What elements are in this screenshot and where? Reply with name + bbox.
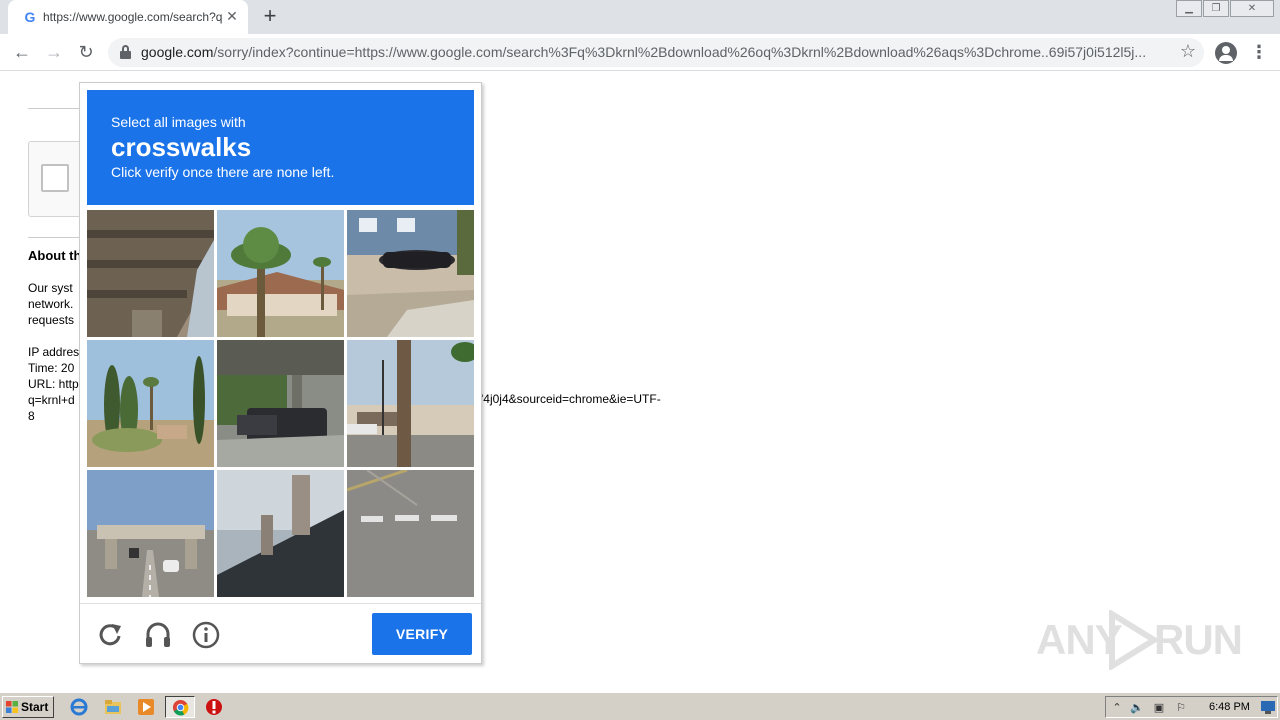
address-bar[interactable]: google.com/sorry/index?continue=https://… <box>108 38 1204 67</box>
recaptcha-challenge: Select all images with crosswalks Click … <box>79 82 482 664</box>
forward-arrow-icon[interactable]: → <box>42 40 66 64</box>
google-favicon-icon: G <box>24 9 36 25</box>
clock: 6:48 PM <box>1209 701 1250 713</box>
window-controls: ▁ ❐ ✕ <box>1175 0 1274 18</box>
windows-flag-icon <box>6 701 18 713</box>
windows-taskbar: Start ⌃ 🔈 ▣ ⚐ 6:48 PM <box>0 692 1280 720</box>
address-url: google.com/sorry/index?continue=https://… <box>141 44 1147 60</box>
image-tile-cypress-trees[interactable] <box>87 340 214 467</box>
image-tile-overpass-underside[interactable] <box>87 210 214 337</box>
media-player-icon[interactable] <box>137 698 155 716</box>
show-desktop-icon[interactable] <box>1261 701 1275 714</box>
recaptcha-checkbox[interactable] <box>41 164 69 192</box>
image-tile-rooftop-chimney[interactable] <box>217 470 344 597</box>
file-explorer-icon[interactable] <box>104 698 122 716</box>
back-arrow-icon[interactable]: ← <box>10 40 34 64</box>
anyrun-watermark: ANY RUN <box>1036 606 1243 676</box>
info-icon[interactable] <box>191 620 221 650</box>
tray-expand-icon[interactable]: ⌃ <box>1110 701 1124 715</box>
kebab-menu-icon[interactable]: ⋮ <box>1250 42 1268 64</box>
footer-divider <box>80 603 481 604</box>
play-logo-icon <box>1109 610 1158 670</box>
about-heading: About th <box>28 248 82 263</box>
reload-icon[interactable]: ↻ <box>74 40 98 64</box>
image-tile-crosswalk-road[interactable] <box>347 470 474 597</box>
image-grid <box>87 210 474 597</box>
start-button[interactable]: Start <box>2 696 54 718</box>
reload-challenge-icon[interactable] <box>95 620 125 650</box>
volume-icon[interactable]: 🔈 <box>1130 701 1144 715</box>
body-line-2: network. <box>28 297 74 311</box>
system-tray: ⌃ 🔈 ▣ ⚐ 6:48 PM <box>1105 696 1278 718</box>
query-line: q=krnl+d <box>28 393 75 407</box>
verify-button[interactable]: VERIFY <box>372 613 472 655</box>
url-tail-text: '4j0j4&sourceid=chrome&ie=UTF- <box>481 392 661 406</box>
image-tile-palm-tree-house[interactable] <box>217 210 344 337</box>
body-line-3: requests <box>28 313 75 327</box>
close-window-button[interactable]: ✕ <box>1230 0 1274 17</box>
chrome-icon <box>172 699 189 716</box>
watermark-run: RUN <box>1154 616 1243 663</box>
time-line: Time: 20 <box>28 361 75 375</box>
challenge-prompt: Select all images with crosswalks Click … <box>87 90 474 205</box>
instruction-prefix: Select all images with <box>111 114 246 130</box>
lock-icon <box>120 45 131 59</box>
url-line: URL: http <box>28 377 79 391</box>
taskbar-chrome-button[interactable] <box>165 696 195 718</box>
new-tab-button[interactable]: + <box>258 5 282 29</box>
profile-avatar-icon[interactable] <box>1215 42 1237 64</box>
tab-title: https://www.google.com/search?q= <box>43 10 223 24</box>
tab-google-search[interactable]: G https://www.google.com/search?q= ✕ <box>8 0 248 34</box>
action-center-flag-icon[interactable]: ⚐ <box>1174 701 1188 715</box>
internet-explorer-icon[interactable] <box>70 698 88 716</box>
network-icon[interactable]: ▣ <box>1152 701 1166 715</box>
audio-challenge-headphones-icon[interactable] <box>143 620 173 650</box>
image-tile-truck-under-bridge[interactable] <box>217 340 344 467</box>
image-tile-highway-overpass[interactable] <box>87 470 214 597</box>
stop-sign-icon[interactable] <box>205 698 223 716</box>
challenge-target: crosswalks <box>111 132 252 162</box>
restore-button[interactable]: ❐ <box>1203 0 1229 17</box>
tab-strip: G https://www.google.com/search?q= ✕ + ▁… <box>0 0 1280 34</box>
tab-close-icon[interactable]: ✕ <box>224 8 240 24</box>
bookmark-star-icon[interactable]: ☆ <box>1180 41 1196 62</box>
ip-address-line: IP addres <box>28 345 80 359</box>
body-line-1: Our syst <box>28 281 73 295</box>
minimize-button[interactable]: ▁ <box>1176 0 1202 17</box>
image-tile-parked-car[interactable] <box>347 210 474 337</box>
instruction-suffix: Click verify once there are none left. <box>111 164 335 180</box>
query-line-end: 8 <box>28 409 35 423</box>
browser-toolbar: ← → ↻ google.com/sorry/index?continue=ht… <box>0 34 1280 71</box>
image-tile-palm-trunk-street[interactable] <box>347 340 474 467</box>
